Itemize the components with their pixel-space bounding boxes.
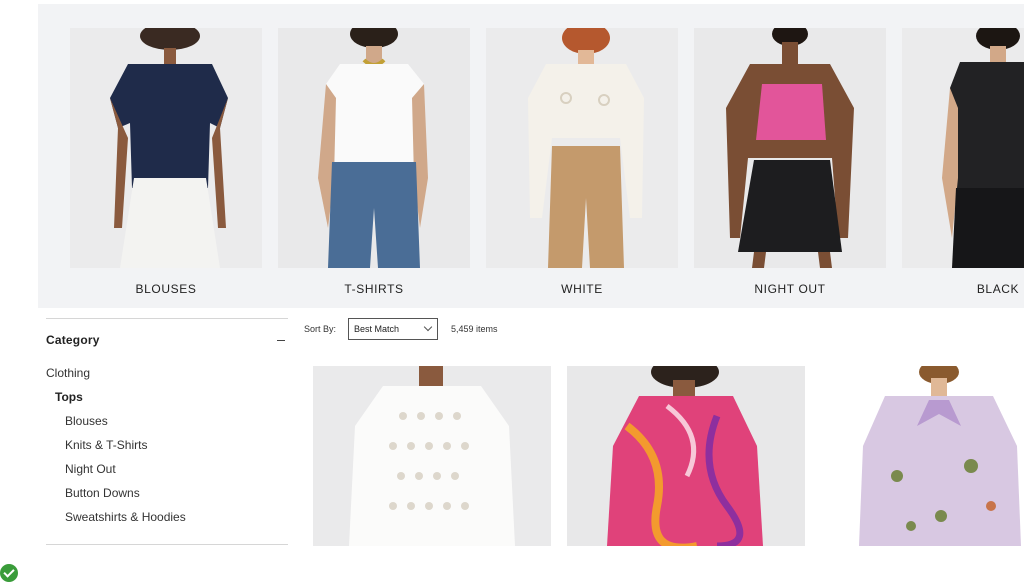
- sort-selected-value: Best Match: [354, 324, 400, 334]
- product-image: [567, 366, 805, 546]
- category-card-white[interactable]: WHITE: [486, 28, 678, 296]
- product-card[interactable]: [567, 366, 805, 546]
- category-card-night-out[interactable]: NIGHT OUT: [694, 28, 886, 296]
- category-image-white: [486, 28, 678, 268]
- category-carousel: BLOUSES T-SHIRTS WHITE NIGHT OUT BLACK: [38, 4, 1024, 308]
- category-item-knits-t-shirts[interactable]: Knits & T-Shirts: [46, 433, 288, 457]
- category-item-button-downs[interactable]: Button Downs: [46, 481, 288, 505]
- category-label: BLOUSES: [135, 282, 197, 296]
- divider: [46, 544, 288, 545]
- chevron-down-icon: [423, 322, 433, 332]
- sort-label: Sort By:: [304, 324, 337, 334]
- minus-icon[interactable]: [274, 333, 288, 347]
- sort-dropdown[interactable]: Best Match: [348, 318, 439, 340]
- product-image: [821, 366, 1024, 546]
- category-filter-title: Category: [46, 333, 100, 347]
- category-label: WHITE: [561, 282, 603, 296]
- filter-sidebar: Category Clothing Tops Blouses Knits & T…: [46, 318, 288, 529]
- category-label: BLACK: [976, 282, 1020, 296]
- category-card-t-shirts[interactable]: T-SHIRTS: [278, 28, 470, 296]
- category-label: NIGHT OUT: [754, 282, 826, 296]
- category-item-tops[interactable]: Tops: [46, 385, 288, 409]
- category-item-clothing[interactable]: Clothing: [46, 361, 288, 385]
- category-card-blouses[interactable]: BLOUSES: [70, 28, 262, 296]
- checkmark-icon: [0, 564, 18, 582]
- category-image-black: [902, 28, 1024, 268]
- category-filter-header[interactable]: Category: [46, 319, 288, 361]
- product-image: [313, 366, 551, 546]
- category-label: T-SHIRTS: [344, 282, 404, 296]
- product-card[interactable]: [821, 366, 1024, 546]
- category-card-black[interactable]: BLACK: [902, 28, 1024, 296]
- category-item-sweatshirts-hoodies[interactable]: Sweatshirts & Hoodies: [46, 505, 288, 529]
- category-list: Clothing Tops Blouses Knits & T-Shirts N…: [46, 361, 288, 529]
- category-image-night-out: [694, 28, 886, 268]
- category-image-blouses: [70, 28, 262, 268]
- category-image-t-shirts: [278, 28, 470, 268]
- product-card[interactable]: [313, 366, 551, 546]
- sort-bar: Sort By: Best Match 5,459 items: [304, 318, 498, 340]
- item-count: 5,459 items: [451, 324, 498, 334]
- category-item-blouses[interactable]: Blouses: [46, 409, 288, 433]
- category-item-night-out[interactable]: Night Out: [46, 457, 288, 481]
